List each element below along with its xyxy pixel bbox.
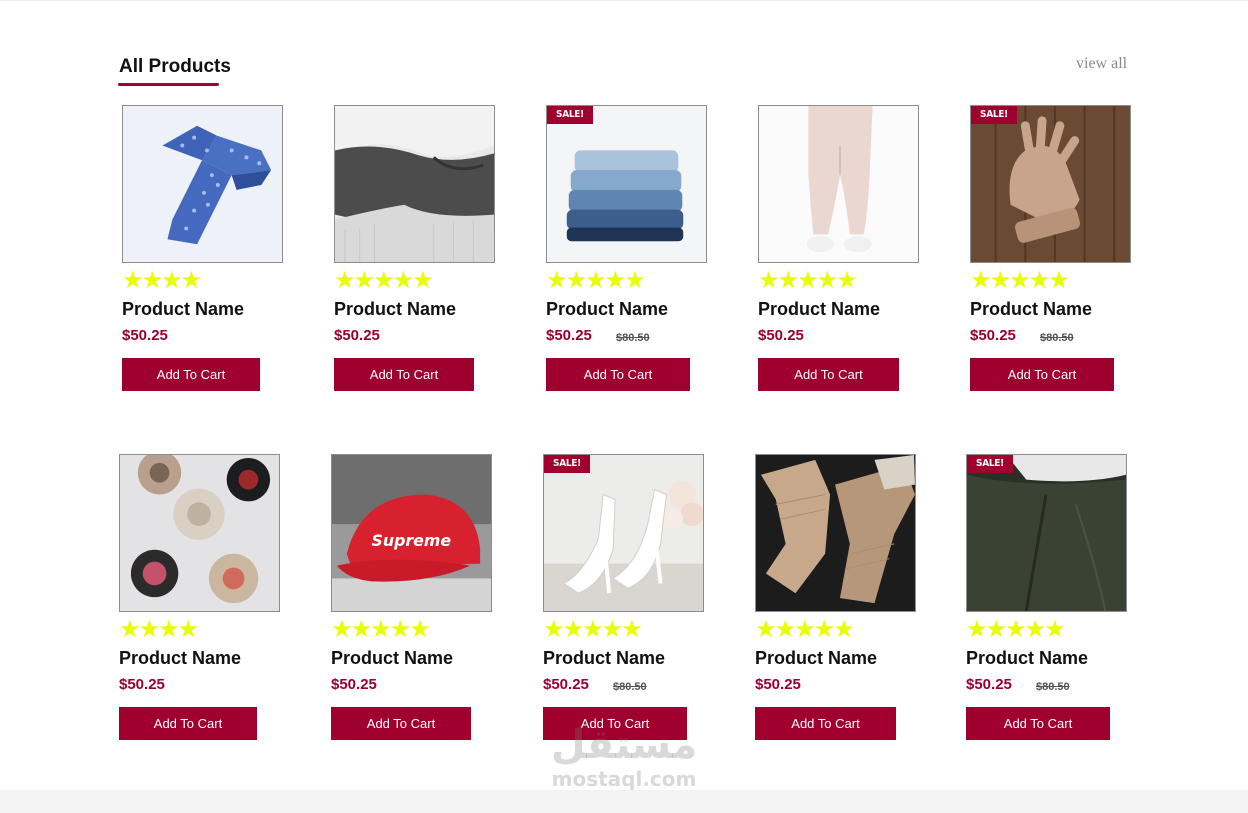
product-name[interactable]: Product Name [122,299,244,320]
rating-stars: ★★★★★ [758,266,858,294]
product-card[interactable]: SALE! ★★★★★ Product Name $50.25 $80.50 A… [546,105,711,391]
product-price: $50.25 [334,327,380,344]
product-card[interactable]: ★★★★ Product Name $50.25 Add To Cart [119,454,284,740]
product-image-heels[interactable]: SALE! [543,454,704,612]
add-to-cart-button[interactable]: Add To Cart [331,707,471,740]
old-price: $80.50 [613,681,647,693]
jeans-illustration [547,106,706,262]
rating-stars: ★★★★★ [331,615,431,643]
svg-text:Supreme: Supreme [372,531,452,550]
product-image-jeans[interactable]: SALE! [546,105,707,263]
product-name[interactable]: Product Name [966,648,1088,669]
top-divider [0,0,1248,1]
section-title: All Products [119,56,231,77]
add-to-cart-button[interactable]: Add To Cart [546,358,690,391]
product-price: $50.25 [755,676,801,693]
product-image-cap[interactable]: Supreme [331,454,492,612]
sweaters-illustration [335,106,494,262]
product-price: $50.25 [970,327,1016,344]
product-price: $50.25 [119,676,165,693]
product-name[interactable]: Product Name [331,648,453,669]
socks-illustration [756,455,915,611]
old-price: $80.50 [1036,681,1070,693]
pants-illustration [759,106,918,262]
rating-stars: ★★★★ [119,615,199,643]
add-to-cart-button[interactable]: Add To Cart [970,358,1114,391]
product-card[interactable]: Supreme ★★★★★ Product Name $50.25 Add To… [331,454,496,740]
cap-illustration: Supreme [332,455,491,611]
footer-band [0,790,1248,813]
product-name[interactable]: Product Name [546,299,668,320]
product-name[interactable]: Product Name [119,648,241,669]
product-image-gloves[interactable]: SALE! [970,105,1131,263]
add-to-cart-button[interactable]: Add To Cart [755,707,896,740]
heels-illustration [544,455,703,611]
product-card[interactable]: SALE! ★★★★★ Product Name $50.25 $80.50 A… [966,454,1131,740]
rating-stars: ★★★★★ [755,615,855,643]
add-to-cart-button[interactable]: Add To Cart [543,707,687,740]
trousers-illustration [967,455,1126,611]
rating-stars: ★★★★★ [546,266,646,294]
hats-illustration [120,455,279,611]
old-price: $80.50 [616,332,650,344]
product-name[interactable]: Product Name [758,299,880,320]
rating-stars: ★★★★★ [966,615,1066,643]
product-price: $50.25 [758,327,804,344]
watermark-latin: mostaql.com [551,767,697,791]
product-card[interactable]: SALE! ★★★★★ Product Name $50.25 $80.50 A… [970,105,1135,391]
product-name[interactable]: Product Name [755,648,877,669]
add-to-cart-button[interactable]: Add To Cart [119,707,257,740]
add-to-cart-button[interactable]: Add To Cart [966,707,1110,740]
product-price: $50.25 [966,676,1012,693]
add-to-cart-button[interactable]: Add To Cart [334,358,474,391]
rating-stars: ★★★★ [122,266,202,294]
product-card[interactable]: ★★★★★ Product Name $50.25 Add To Cart [755,454,920,740]
product-name[interactable]: Product Name [970,299,1092,320]
rating-stars: ★★★★★ [970,266,1070,294]
product-price: $50.25 [331,676,377,693]
product-name[interactable]: Product Name [543,648,665,669]
add-to-cart-button[interactable]: Add To Cart [122,358,260,391]
product-image-hats[interactable] [119,454,280,612]
product-image-trousers[interactable]: SALE! [966,454,1127,612]
product-price: $50.25 [546,327,592,344]
product-card[interactable]: SALE! ★★★★★ Product Name $50.25 $80.50 A… [543,454,708,740]
tie-illustration [123,106,282,262]
view-all-link[interactable]: view all [1076,55,1127,73]
sale-badge: SALE! [967,455,1013,473]
product-price: $50.25 [543,676,589,693]
rating-stars: ★★★★★ [334,266,434,294]
product-card[interactable]: ★★★★★ Product Name $50.25 Add To Cart [758,105,923,391]
title-underline [118,83,219,86]
gloves-illustration [971,106,1130,262]
rating-stars: ★★★★★ [543,615,643,643]
product-image-tie[interactable] [122,105,283,263]
sale-badge: SALE! [547,106,593,124]
product-image-socks[interactable] [755,454,916,612]
sale-badge: SALE! [971,106,1017,124]
product-image-sweaters[interactable] [334,105,495,263]
product-name[interactable]: Product Name [334,299,456,320]
product-image-pants[interactable] [758,105,919,263]
add-to-cart-button[interactable]: Add To Cart [758,358,899,391]
sale-badge: SALE! [544,455,590,473]
product-price: $50.25 [122,327,168,344]
product-card[interactable]: ★★★★★ Product Name $50.25 Add To Cart [334,105,499,391]
product-card[interactable]: ★★★★ Product Name $50.25 Add To Cart [122,105,287,391]
old-price: $80.50 [1040,332,1074,344]
